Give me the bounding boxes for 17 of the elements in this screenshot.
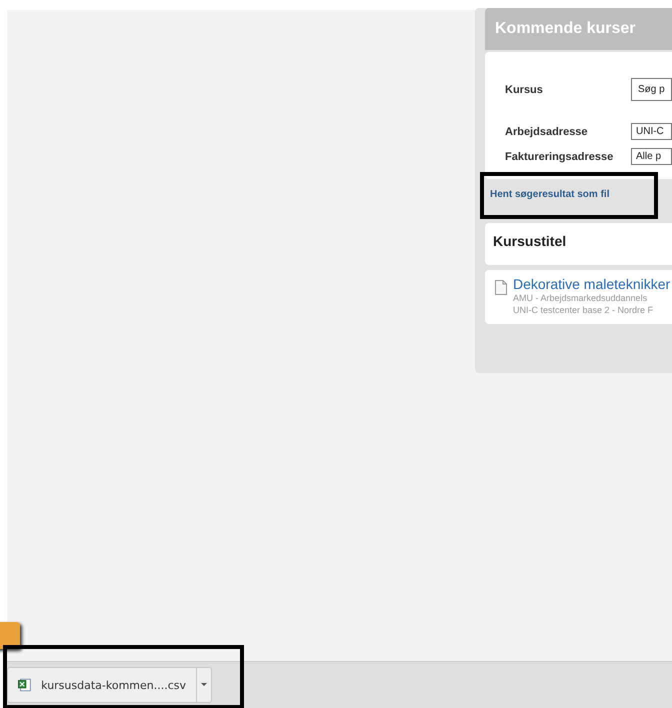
field-label: Faktureringsadresse (505, 150, 614, 162)
course-title-link[interactable]: Dekorative maleteknikker (513, 276, 670, 292)
field-label: Kursus (505, 84, 544, 96)
download-filename: kursusdata-kommen....csv (41, 678, 186, 692)
select-field[interactable]: UNI-C (631, 123, 672, 140)
course-detail: AMU - Arbejdsmarkedsuddannels (513, 292, 648, 304)
caret-icon (201, 683, 207, 687)
column-header: Kursustitel (493, 233, 566, 251)
field-label: Arbejdsadresse (505, 126, 589, 138)
select-field[interactable]: Alle p (631, 148, 672, 165)
panel-title: Kommende kurser (485, 8, 672, 50)
course-detail: UNI-C testcenter base 2 - Nordre F (513, 304, 654, 316)
export-link[interactable]: Hent søgeresultat som fil (490, 189, 610, 200)
spreadsheet-icon (18, 677, 32, 693)
download-item[interactable]: kursusdata-kommen....csv (7, 667, 212, 703)
document-icon (495, 280, 507, 295)
search-field[interactable]: Søg p (631, 78, 672, 101)
